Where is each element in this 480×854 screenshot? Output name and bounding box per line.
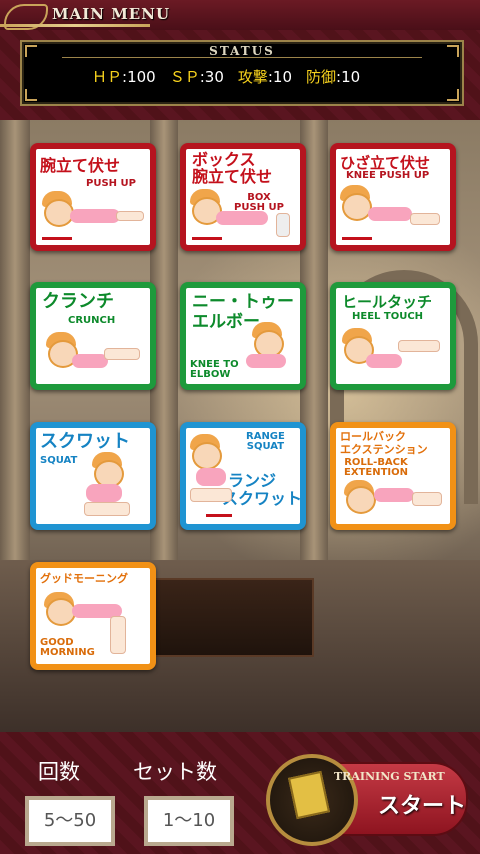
exercise-jp-line: エクステンション [340, 443, 428, 456]
sp-label: ＳＰ [169, 68, 200, 86]
character-icon [342, 193, 372, 221]
title-bar: MAIN MENU [0, 0, 480, 30]
status-panel: STATUS ＨＰ:100 ＳＰ:30 攻撃:10 防御:10 [20, 40, 464, 106]
character-body [196, 468, 226, 486]
step-box [276, 213, 290, 237]
exercise-jp-label: ロールバック エクステンション [340, 430, 428, 456]
exercise-jp-label: ヒールタッチ [342, 293, 433, 311]
exercise-jp-label: スクワット [40, 431, 130, 452]
reps-label: 回数 [38, 760, 80, 784]
exercise-jp-label: クランチ [42, 291, 114, 312]
hp-value: :100 [122, 68, 156, 86]
page-title: MAIN MENU [52, 5, 171, 23]
exercise-crunch[interactable]: クランチ CRUNCH [30, 282, 156, 390]
sets-input[interactable]: 1〜10 [144, 796, 234, 846]
exercise-jp-line: ニー・トゥー [192, 292, 294, 312]
character-body [246, 354, 286, 368]
character-leg [116, 211, 144, 221]
bottom-panel: 回数 セット数 5〜50 1〜10 TRAINING START スタート [0, 732, 480, 854]
wooden-chest [150, 578, 314, 657]
character-body [366, 354, 402, 368]
exercise-jp-line: ランジ [228, 471, 277, 490]
exercise-range-squat[interactable]: RANGE SQUAT ランジ スクワット [180, 422, 306, 530]
start-en-label: TRAINING START [334, 770, 445, 783]
reps-input[interactable]: 5〜50 [25, 796, 115, 846]
exercise-roll-back-extention[interactable]: ロールバック エクステンション ROLL-BACK EXTENTION [330, 422, 456, 530]
sets-label: セット数 [133, 760, 217, 784]
training-start-button[interactable]: TRAINING START スタート [266, 752, 468, 846]
character-icon [346, 486, 376, 514]
start-jp-label: スタート [378, 794, 467, 819]
exercise-en-line: EXTENTION [344, 467, 408, 478]
exercise-box-push-up[interactable]: ボックス 腕立て伏せ BOX PUSH UP [180, 143, 306, 251]
exercise-jp-label: ランジ スクワット [222, 472, 302, 508]
corner-ornament [447, 89, 459, 101]
exercise-knee-push-up[interactable]: ひざ立て伏せ KNEE PUSH UP [330, 143, 456, 251]
character-leg [104, 348, 140, 360]
exercise-en-label: ROLL-BACK EXTENTION [344, 458, 408, 478]
character-leg [412, 492, 442, 506]
attack-label: 攻撃 [237, 68, 268, 86]
exercise-jp-line: 腕立て伏せ [192, 167, 273, 186]
attack-value: :10 [267, 68, 293, 86]
exercise-en-label: RANGE SQUAT [246, 432, 285, 452]
exercise-squat[interactable]: スクワット SQUAT [30, 422, 156, 530]
exercise-mat [192, 237, 222, 240]
character-body [86, 484, 122, 502]
exercise-en-label: PUSH UP [86, 178, 136, 189]
character-body [70, 209, 120, 223]
character-leg [84, 502, 130, 516]
character-body [374, 488, 414, 502]
exercise-jp-label: グッドモーニング [40, 572, 128, 585]
character-body [72, 354, 108, 368]
character-body [216, 211, 268, 225]
character-leg [110, 616, 126, 654]
exercise-en-label: GOOD MORNING [40, 638, 95, 658]
sp-value: :30 [199, 68, 224, 86]
character-leg [398, 340, 440, 352]
exercise-en-label: CRUNCH [68, 315, 116, 326]
exercise-jp-line: スクワット [222, 489, 303, 508]
exercise-en-label: KNEE TO ELBOW [190, 360, 239, 380]
character-body [368, 207, 412, 221]
exercise-mat [42, 237, 72, 240]
corner-ornament [25, 89, 37, 101]
hp-label: ＨＰ [92, 68, 123, 86]
exercise-en-label: SQUAT [40, 455, 78, 466]
defense-value: :10 [336, 68, 361, 86]
exercise-en-label: KNEE PUSH UP [346, 170, 430, 181]
status-values: ＨＰ:100 ＳＰ:30 攻撃:10 防御:10 [92, 66, 360, 87]
exercise-push-up[interactable]: 腕立て伏せ PUSH UP [30, 143, 156, 251]
exercise-knee-to-elbow[interactable]: ニー・トゥー エルボー KNEE TO ELBOW [180, 282, 306, 390]
exercise-heel-touch[interactable]: ヒールタッチ HEEL TOUCH [330, 282, 456, 390]
status-divider [62, 57, 422, 58]
exercise-good-morning[interactable]: グッドモーニング GOOD MORNING [30, 562, 156, 670]
status-heading: STATUS [209, 44, 275, 58]
exercise-en-label: BOX PUSH UP [234, 193, 284, 213]
exercise-en-line: ELBOW [190, 369, 231, 380]
defense-label: 防御 [306, 68, 337, 86]
character-icon [192, 442, 222, 470]
exercise-jp-label: ボックス 腕立て伏せ [192, 151, 272, 185]
exercise-jp-line: ボックス [192, 150, 256, 169]
exercise-en-line: SQUAT [246, 441, 285, 452]
exercise-mat [206, 514, 232, 517]
character-leg [410, 213, 440, 225]
exercise-en-line: MORNING [40, 647, 95, 658]
exercise-en-label: HEEL TOUCH [352, 311, 424, 322]
title-flourish [0, 24, 150, 27]
exercise-jp-line: ロールバック [340, 430, 406, 443]
exercise-mat [342, 237, 372, 240]
exercise-jp-label: 腕立て伏せ [40, 156, 121, 175]
character-leg [190, 488, 232, 502]
